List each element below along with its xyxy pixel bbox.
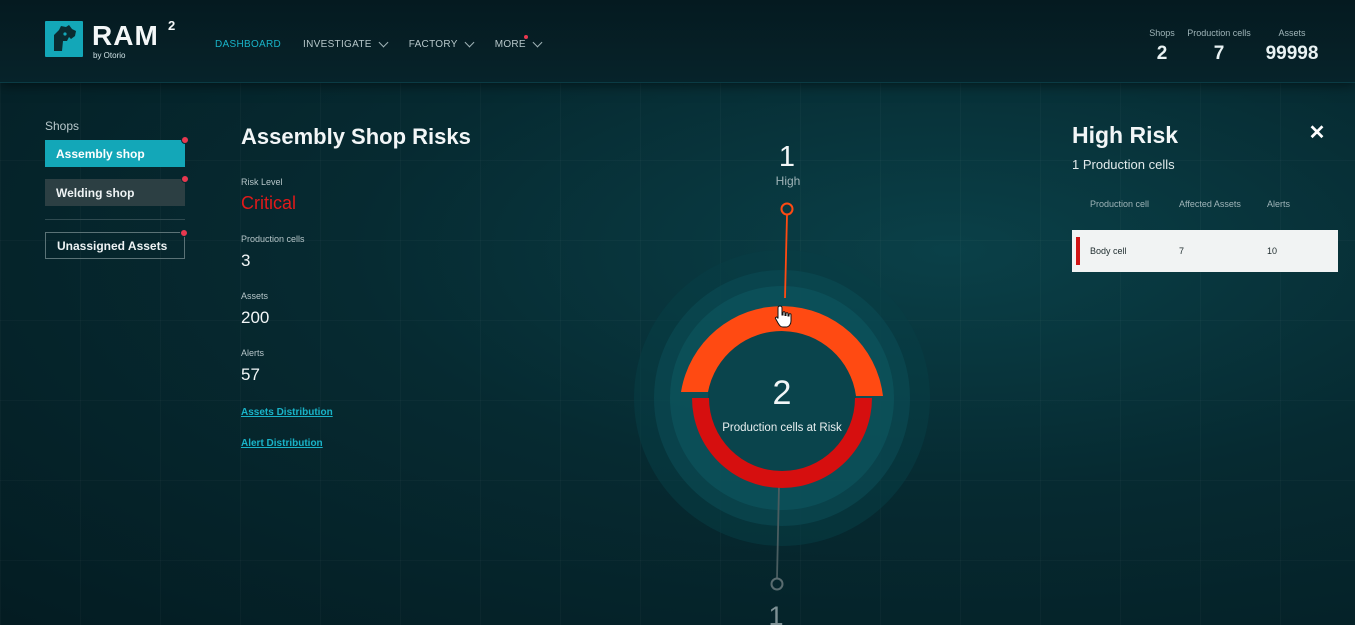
critical-count: 1 <box>768 601 783 625</box>
grid-background <box>0 0 1355 625</box>
nav-investigate[interactable]: INVESTIGATE <box>303 37 389 50</box>
table-row[interactable]: Body cell 7 10 <box>1072 230 1338 272</box>
alert-distribution-link[interactable]: Alert Distribution <box>241 438 323 449</box>
nav-factory[interactable]: FACTORY <box>408 37 475 50</box>
shops-divider <box>45 219 185 220</box>
high-count: 1 <box>779 141 795 173</box>
assets-value: 200 <box>241 308 270 327</box>
close-icon[interactable]: ✕ <box>1307 123 1327 143</box>
critical-connector-node <box>770 577 784 591</box>
stat-production-cells-value: 7 <box>1213 43 1225 64</box>
stat-production-cells: Production cells 7 <box>1183 28 1255 65</box>
stat-shops-label: Shops <box>1149 28 1175 38</box>
unassigned-assets-button[interactable]: Unassigned Assets <box>45 229 188 259</box>
high-connector-line <box>784 214 788 299</box>
assets-distribution-link[interactable]: Assets Distribution <box>241 407 333 418</box>
stat-shops: Shops 2 <box>1146 28 1178 65</box>
chevron-down-icon <box>464 37 475 48</box>
stat-assets: Assets 99998 <box>1258 28 1326 65</box>
critical-connector-line <box>776 485 780 579</box>
row-alerts: 10 <box>1267 246 1278 256</box>
donut-segment-high[interactable] <box>681 306 883 396</box>
high-label: High <box>776 174 801 188</box>
logo-superscript: 2 <box>168 18 176 33</box>
panel-subtitle: 1 Production cells <box>1072 157 1175 172</box>
logo-text: RAM <box>92 20 159 51</box>
shops-title: Shops <box>45 119 80 133</box>
nav-more[interactable]: MORE <box>494 35 543 50</box>
ram-logo-icon[interactable] <box>45 21 83 57</box>
alerts-label: Alerts <box>241 348 265 358</box>
row-affected-assets: 7 <box>1179 246 1185 256</box>
nav-investigate-label: INVESTIGATE <box>303 39 372 50</box>
stat-shops-value: 2 <box>1156 43 1168 64</box>
main-nav: DASHBOARD INVESTIGATE FACTORY MORE <box>215 35 563 50</box>
stat-assets-label: Assets <box>1278 28 1306 38</box>
risk-status-bar <box>1076 237 1080 265</box>
alert-dot <box>180 229 188 237</box>
column-header-affected-assets: Affected Assets <box>1179 199 1241 209</box>
chevron-down-icon <box>532 37 543 48</box>
section-title: Assembly Shop Risks <box>241 124 471 149</box>
logo-byline: by Otorio <box>93 51 126 60</box>
alert-dot <box>181 175 189 183</box>
notification-dot <box>523 35 528 39</box>
high-connector-node <box>780 202 794 216</box>
shop-assembly-button[interactable]: Assembly shop <box>45 136 189 167</box>
production-cells-label: Production cells <box>241 234 305 244</box>
panel-title: High Risk <box>1072 122 1179 148</box>
column-header-production-cell: Production cell <box>1090 199 1150 209</box>
donut-halo-outer <box>634 250 930 546</box>
nav-dashboard-label: DASHBOARD <box>215 39 282 50</box>
row-production-cell: Body cell <box>1090 246 1127 256</box>
donut-center-value: 2 <box>773 374 792 412</box>
assets-label: Assets <box>241 291 269 301</box>
risk-level-value: Critical <box>241 193 297 213</box>
stat-assets-value: 99998 <box>1265 43 1319 64</box>
alert-dot <box>181 136 189 144</box>
shop-welding-label: Welding shop <box>56 185 135 200</box>
donut-segment-critical[interactable] <box>692 398 872 488</box>
chevron-down-icon <box>378 37 389 48</box>
shop-assembly-label: Assembly shop <box>56 146 145 161</box>
shop-welding-button[interactable]: Welding shop <box>45 175 189 206</box>
production-cells-value: 3 <box>241 251 251 270</box>
unassigned-assets-label: Unassigned Assets <box>57 238 168 253</box>
nav-dashboard[interactable]: DASHBOARD <box>215 39 281 50</box>
nav-more-label: MORE <box>494 39 526 50</box>
top-header: RAM 2 by Otorio DASHBOARD INVESTIGATE FA… <box>0 0 1355 83</box>
donut-center-label: Production cells at Risk <box>722 422 842 434</box>
alerts-value: 57 <box>241 365 260 384</box>
nav-factory-label: FACTORY <box>408 39 458 50</box>
column-header-alerts: Alerts <box>1267 199 1291 209</box>
stat-production-cells-label: Production cells <box>1187 28 1251 38</box>
risk-level-label: Risk Level <box>241 177 283 187</box>
risk-donut-chart: 1 High 2 Production cells at Risk 1 <box>634 141 930 625</box>
